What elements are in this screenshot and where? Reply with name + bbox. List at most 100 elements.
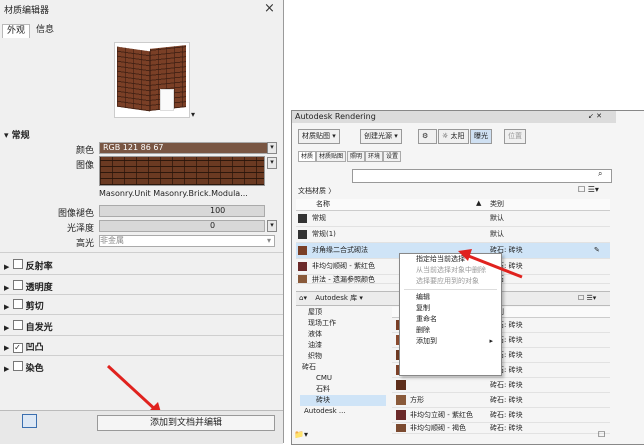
section-transparency[interactable]: ▶ 透明度 xyxy=(4,280,53,293)
material-swatch xyxy=(396,410,406,420)
material-category: 砖石: 砖块 xyxy=(490,396,523,404)
table-row[interactable]: 方形 砖石: 砖块 xyxy=(392,393,610,408)
image-fade-label: 图像褪色 xyxy=(57,209,94,219)
material-category: 默认 xyxy=(490,230,504,238)
breadcrumb[interactable]: 文档材质 〉 xyxy=(298,186,335,196)
view-options-icon[interactable]: ☐ ☰▾ xyxy=(578,185,599,194)
library-dropdown[interactable]: Autodesk 库 ▾ xyxy=(315,294,363,302)
breadcrumb-label: 文档材质 xyxy=(298,187,326,195)
glossiness-slider[interactable]: 0 xyxy=(99,220,265,232)
view-options-icon[interactable]: ☐ ☰▾ xyxy=(578,292,596,305)
column-category[interactable]: 类别 xyxy=(490,199,504,209)
menu-item-edit[interactable]: 编辑 xyxy=(400,292,501,303)
table-row[interactable]: 常规 默认 xyxy=(296,211,610,227)
color-field[interactable]: RGB 121 86 67 xyxy=(99,142,268,154)
self-illumination-checkbox[interactable] xyxy=(12,320,23,330)
image-filename[interactable]: Masonry.Unit Masonry.Brick.Modula... xyxy=(99,189,269,198)
material-swatch xyxy=(298,275,307,283)
material-name: 常规(1) xyxy=(312,230,336,238)
bump-checkbox[interactable]: ✓ xyxy=(12,343,23,353)
tree-item[interactable]: 现场工作 xyxy=(300,318,386,329)
material-name: 非均匀顺砌 - 褐色 xyxy=(410,424,466,432)
table-row[interactable]: 砖石: 砖块 xyxy=(392,378,610,393)
divider xyxy=(0,355,283,356)
tree-item[interactable]: Autodesk ... xyxy=(300,406,386,417)
color-label: 颜色 xyxy=(75,146,94,156)
tab-environment[interactable]: 环境 xyxy=(365,151,384,162)
section-bump[interactable]: ▶ ✓ 凹凸 xyxy=(4,340,44,353)
highlights-select[interactable]: 非金属 ▾ xyxy=(99,235,275,247)
section-reflectivity[interactable]: ▶ 反射率 xyxy=(4,259,53,272)
tab-settings[interactable]: 设置 xyxy=(383,151,402,162)
sort-icon: ▲ xyxy=(476,199,482,207)
cutouts-checkbox[interactable] xyxy=(12,299,23,309)
section-cutouts[interactable]: ▶ 剪切 xyxy=(4,299,44,312)
tree-item[interactable]: 织物 xyxy=(300,351,386,362)
divider xyxy=(0,252,283,253)
menu-item-add-to[interactable]: 添加到 ▸ xyxy=(400,336,501,347)
image-thumbnail[interactable] xyxy=(99,156,265,186)
section-tint[interactable]: ▶ 染色 xyxy=(4,361,44,374)
menu-item-add-to-label: 添加到 xyxy=(416,337,437,345)
annotation-arrow-icon xyxy=(458,249,523,279)
section-self-illumination[interactable]: ▶ 自发光 xyxy=(4,320,53,333)
glossiness-options-button[interactable]: ▾ xyxy=(267,220,277,232)
create-light-button[interactable]: 创建光源 ▾ xyxy=(360,129,402,144)
panel-toggle-icon[interactable]: ☐ xyxy=(598,430,605,439)
tree-item[interactable]: 液体 xyxy=(300,329,386,340)
title-buttons[interactable]: ↙ ✕ xyxy=(588,112,602,120)
material-swatch xyxy=(298,229,307,239)
material-swatch xyxy=(396,395,406,405)
tab-material-mapping[interactable]: 材质贴图 xyxy=(316,151,347,162)
library-icon[interactable] xyxy=(22,414,37,428)
tab-lighting[interactable]: 照明 xyxy=(347,151,366,162)
color-options-button[interactable]: ▾ xyxy=(267,142,277,154)
close-icon[interactable]: × xyxy=(264,1,275,16)
reflectivity-checkbox[interactable] xyxy=(12,259,23,269)
edit-pencil-icon[interactable]: ✎ xyxy=(594,243,600,258)
menu-item-copy[interactable]: 复制 xyxy=(400,303,501,314)
preview-dropdown-icon[interactable]: ▾ xyxy=(191,110,195,119)
menu-item-delete[interactable]: 删除 xyxy=(400,325,501,336)
add-to-document-button[interactable]: 添加到文档并编辑 xyxy=(97,415,275,431)
chevron-down-icon: ▾ xyxy=(266,236,271,245)
material-category: 砖石: 砖块 xyxy=(490,424,523,432)
search-icon[interactable]: ⌕ xyxy=(598,169,602,179)
material-preview[interactable] xyxy=(114,42,190,118)
tree-item[interactable]: 石料 xyxy=(300,384,386,395)
menu-item-rename[interactable]: 重命名 xyxy=(400,314,501,325)
tab-materials[interactable]: 材质 xyxy=(298,151,317,162)
tree-item[interactable]: CMU xyxy=(300,373,386,384)
light-settings-icon[interactable]: ⚙ xyxy=(418,129,437,144)
highlights-label: 高光 xyxy=(75,239,94,249)
sun-button[interactable]: ☼ 太阳 xyxy=(438,129,469,144)
tree-item[interactable]: 砖块 xyxy=(300,395,386,406)
tree-item[interactable]: 油漆 xyxy=(300,340,386,351)
reflectivity-label: 反射率 xyxy=(25,262,53,272)
tint-checkbox[interactable] xyxy=(12,361,23,371)
material-swatch xyxy=(396,380,406,390)
location-button[interactable]: 位置 xyxy=(504,129,526,144)
home-icon[interactable]: ⌂▾ xyxy=(299,294,307,302)
table-row[interactable]: 非均匀顺砌 - 褐色 砖石: 砖块 xyxy=(392,423,610,434)
tree-item[interactable]: 砖石 xyxy=(300,362,386,373)
search-input[interactable] xyxy=(352,169,612,183)
column-name[interactable]: 名称 xyxy=(316,199,330,209)
image-fade-slider[interactable]: 100 xyxy=(99,205,265,217)
transparency-checkbox[interactable] xyxy=(12,280,23,290)
section-general[interactable]: ▾ 常规 xyxy=(4,128,30,141)
material-category: 砖石: 砖块 xyxy=(490,411,523,419)
table-row[interactable]: 常规(1) 默认 xyxy=(296,227,610,243)
image-options-button[interactable]: ▾ xyxy=(267,157,277,169)
divider xyxy=(0,314,283,315)
tab-info[interactable]: 信息 xyxy=(32,24,58,37)
material-name: 非均匀顺砌 - 紫红色 xyxy=(312,262,375,270)
exposure-button[interactable]: 曝光 xyxy=(470,129,492,144)
material-mapping-button[interactable]: 材质贴图 ▾ xyxy=(298,129,340,144)
tree-item[interactable]: 屋顶 xyxy=(300,307,386,318)
material-editor-title: 材质编辑器 xyxy=(4,6,50,16)
table-row[interactable]: 非均匀立砌 - 紫红色 砖石: 砖块 xyxy=(392,408,610,423)
tab-appearance[interactable]: 外观 xyxy=(2,24,31,38)
folder-icon[interactable]: 📁▾ xyxy=(294,430,308,439)
section-general-label: 常规 xyxy=(11,131,30,141)
